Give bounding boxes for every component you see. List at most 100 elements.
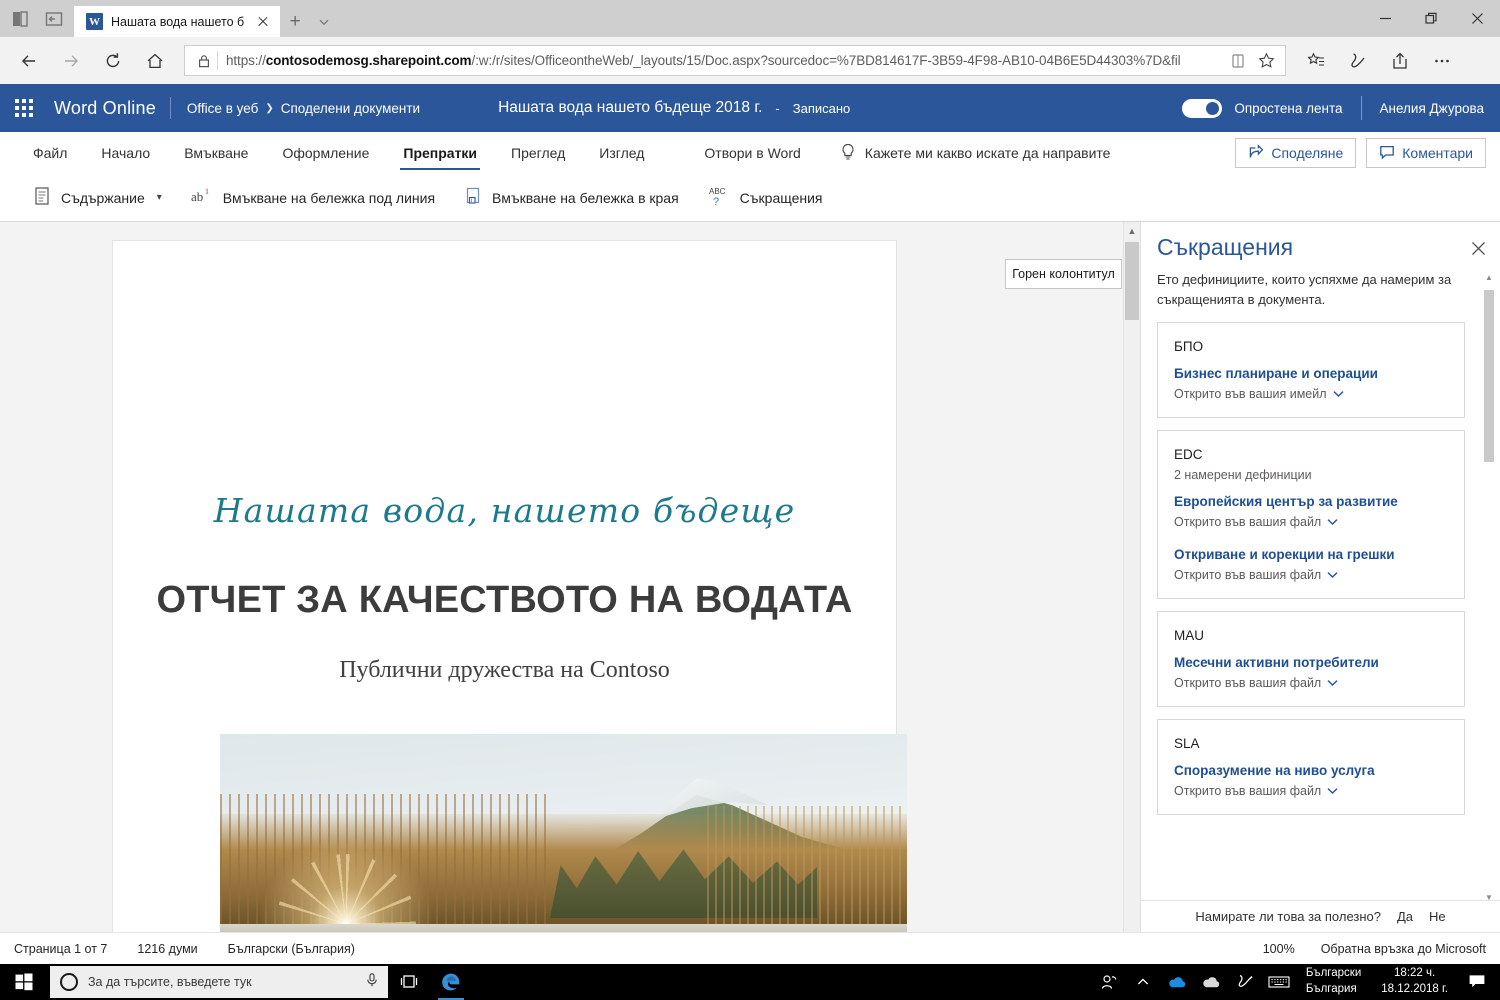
touch-keyboard-icon[interactable]	[1262, 964, 1296, 1000]
header-tooltip[interactable]: Горен колонтитул	[1005, 259, 1122, 289]
acronym-card[interactable]: MAU Месечни активни потребители Открито …	[1157, 611, 1465, 707]
language-line-2: България	[1305, 983, 1357, 995]
table-of-contents-button[interactable]: Съдържание ▾	[18, 178, 176, 218]
set-tabs-aside-icon[interactable]	[10, 9, 30, 29]
tab-layout[interactable]: Оформление	[265, 132, 386, 174]
acronym-card[interactable]: EDC 2 намерени дефиниции Европейския цен…	[1157, 430, 1465, 599]
acronym-source[interactable]: Открито във вашия файл	[1174, 568, 1448, 582]
scroll-thumb[interactable]	[1125, 242, 1139, 320]
microphone-icon[interactable]	[364, 972, 380, 993]
task-view-icon[interactable]	[388, 964, 430, 1000]
feedback-link[interactable]: Обратна връзка до Microsoft	[1321, 942, 1486, 956]
chevron-down-icon[interactable]: ▾	[157, 192, 162, 203]
feedback-yes-button[interactable]: Да	[1397, 909, 1413, 924]
tab-insert[interactable]: Вмъкване	[167, 132, 265, 174]
pane-scrollbar[interactable]: ▲ ▼	[1482, 270, 1496, 904]
chevron-down-icon[interactable]	[310, 6, 338, 37]
open-in-word-button[interactable]: Отвори в Word	[687, 132, 817, 174]
acronym-definition[interactable]: Европейския център за развитие	[1174, 494, 1448, 509]
simplified-ribbon-toggle[interactable]	[1182, 98, 1223, 118]
refresh-icon[interactable]	[92, 41, 134, 81]
acronym-definition[interactable]: Споразумение на ниво услуга	[1174, 763, 1448, 778]
zoom-level[interactable]: 100%	[1263, 942, 1295, 956]
acronyms-button[interactable]: ABC? Съкращения	[693, 178, 837, 218]
document-canvas[interactable]: Нашата вода, нашето бъдеще ОТЧЕТ ЗА КАЧЕ…	[0, 222, 1140, 932]
acronym-card[interactable]: БПО Бизнес планиране и операции Открито …	[1157, 322, 1465, 418]
chevron-down-icon[interactable]	[1327, 568, 1338, 582]
onedrive-business-icon[interactable]	[1160, 964, 1194, 1000]
clock[interactable]: 18:22 ч. 18.12.2018 г.	[1371, 966, 1458, 997]
breadcrumb-child[interactable]: Споделени документи	[281, 101, 420, 116]
acronym-entry: Бизнес планиране и операции Открито във …	[1174, 366, 1448, 401]
show-hidden-icons-chevron-icon[interactable]	[1126, 964, 1160, 1000]
breadcrumb-root[interactable]: Office в уеб	[187, 101, 258, 116]
back-icon[interactable]	[8, 41, 50, 81]
feedback-no-button[interactable]: Не	[1429, 909, 1446, 924]
document-scrollbar[interactable]: ▲	[1123, 222, 1140, 932]
lightbulb-icon	[840, 143, 856, 164]
people-icon[interactable]	[1092, 964, 1126, 1000]
acronym-source[interactable]: Открито във вашия файл	[1174, 784, 1448, 798]
start-button-icon[interactable]	[0, 964, 48, 1000]
forward-icon[interactable]	[50, 41, 92, 81]
new-tab-button[interactable]: +	[280, 6, 310, 37]
tab-home[interactable]: Начало	[84, 132, 167, 174]
document-heading: ОТЧЕТ ЗА КАЧЕСТВОТО НА ВОДАТА	[156, 579, 853, 621]
share-icon[interactable]	[1380, 41, 1420, 81]
chevron-down-icon[interactable]	[1333, 387, 1344, 401]
tab-review[interactable]: Преглед	[494, 132, 582, 174]
chevron-down-icon[interactable]	[1327, 515, 1338, 529]
tab-file[interactable]: Файл	[16, 132, 84, 174]
tab-view[interactable]: Изглед	[582, 132, 661, 174]
action-center-icon[interactable]	[1458, 964, 1496, 1000]
app-launcher-icon[interactable]	[0, 84, 48, 132]
save-status[interactable]: Записано	[793, 101, 851, 116]
url-input[interactable]: https://contosodemosg.sharepoint.com/:w:…	[184, 45, 1286, 76]
user-name[interactable]: Анелия Джурова	[1380, 101, 1484, 116]
scroll-up-icon[interactable]: ▲	[1124, 222, 1140, 239]
acronym-source-label: Открито във вашия файл	[1174, 784, 1322, 798]
restore-icon[interactable]	[1408, 0, 1454, 37]
tab-references[interactable]: Препратки	[386, 132, 494, 174]
pen-workspace-icon[interactable]	[1228, 964, 1262, 1000]
insert-footnote-button[interactable]: ab 1 Вмъкване на бележка под линия	[176, 178, 449, 218]
acronym-source[interactable]: Открито във вашия файл	[1174, 515, 1448, 529]
web-notes-icon[interactable]	[1338, 41, 1378, 81]
home-icon[interactable]	[134, 41, 176, 81]
app-brand-label[interactable]: Word Online	[48, 98, 170, 119]
comments-button[interactable]: Коментари	[1366, 138, 1486, 168]
close-tab-icon[interactable]	[252, 11, 274, 33]
document-page[interactable]: Нашата вода, нашето бъдеще ОТЧЕТ ЗА КАЧЕ…	[112, 240, 907, 932]
language-status[interactable]: Български (България)	[228, 942, 355, 956]
onedrive-personal-icon[interactable]	[1194, 964, 1228, 1000]
tabs-you-set-aside-icon[interactable]	[44, 9, 64, 29]
microsoft-edge-taskbar-icon[interactable]	[430, 964, 472, 1000]
close-window-icon[interactable]	[1454, 0, 1500, 37]
taskbar-search-input[interactable]: За да търсите, въведете тук	[50, 966, 388, 998]
more-options-icon[interactable]	[1422, 41, 1462, 81]
share-button[interactable]: Споделяне	[1235, 138, 1357, 168]
document-title[interactable]: Нашата вода нашето бъдеще 2018 г.	[498, 99, 762, 117]
browser-tab[interactable]: W Нашата вода нашето б	[74, 6, 281, 37]
reading-view-icon[interactable]	[1225, 48, 1251, 74]
minimize-icon[interactable]	[1362, 0, 1408, 37]
acronym-definition[interactable]: Откриване и корекции на грешки	[1174, 547, 1448, 562]
pane-scroll-up-icon[interactable]: ▲	[1482, 270, 1496, 284]
chevron-down-icon[interactable]	[1327, 676, 1338, 690]
acronym-definition[interactable]: Бизнес планиране и операции	[1174, 366, 1448, 381]
word-count[interactable]: 1216 думи	[137, 942, 197, 956]
tell-me-search[interactable]: Кажете ми какво искате да направите	[818, 143, 1110, 164]
page-count[interactable]: Страница 1 от 7	[14, 942, 107, 956]
favorites-hub-icon[interactable]	[1296, 41, 1336, 81]
acronym-card[interactable]: SLA Споразумение на ниво услуга Открито …	[1157, 719, 1465, 815]
svg-text:1: 1	[205, 187, 209, 196]
acronym-definition[interactable]: Месечни активни потребители	[1174, 655, 1448, 670]
pane-scroll-thumb[interactable]	[1484, 290, 1494, 462]
chevron-down-icon[interactable]	[1327, 784, 1338, 798]
close-pane-icon[interactable]	[1464, 234, 1492, 262]
language-indicator[interactable]: Български България	[1296, 966, 1371, 997]
acronym-source[interactable]: Открито във вашия файл	[1174, 676, 1448, 690]
acronym-source[interactable]: Открито във вашия имейл	[1174, 387, 1448, 401]
favorite-star-icon[interactable]	[1253, 48, 1279, 74]
insert-endnote-button[interactable]: i Вмъкване на бележка в края	[449, 178, 693, 218]
